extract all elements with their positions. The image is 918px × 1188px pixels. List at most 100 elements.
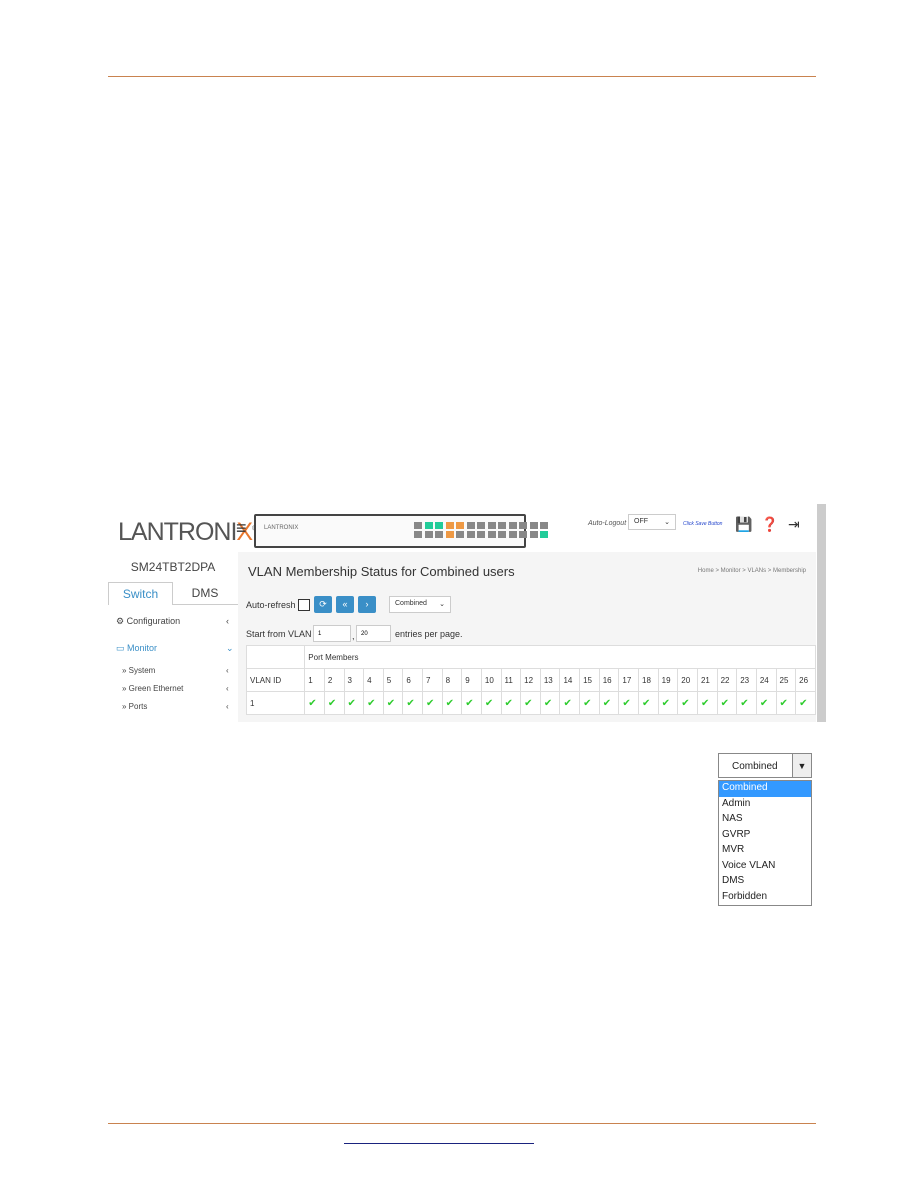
port-led[interactable] <box>424 531 433 538</box>
document-page: LANTRONIX® ≡ LANTRONIX Auto-Logout OFF⌄ … <box>0 0 918 1188</box>
footer-rule <box>108 1123 816 1124</box>
check-icon: ✔ <box>755 691 777 715</box>
check-icon: ✔ <box>343 691 365 715</box>
port-led[interactable] <box>477 522 485 529</box>
sidebar-item-monitor[interactable]: ▭ Monitor ⌄ <box>116 643 234 654</box>
dropdown-options: Combined Admin NAS GVRP MVR Voice VLAN DMS Forb… <box>718 780 812 906</box>
port-led[interactable] <box>540 522 548 529</box>
user-dropdown[interactable]: Combined ▼ Combined Admin NAS GVRP MVR Voice V… <box>718 753 812 906</box>
main-content: VLAN Membership Status for Combined user… <box>238 552 816 722</box>
tab-dms[interactable]: DMS <box>172 582 238 605</box>
page-title: VLAN Membership Status for Combined user… <box>248 564 515 579</box>
check-icon: ✔ <box>402 691 424 715</box>
logout-icon[interactable]: ⇥ <box>788 516 800 533</box>
port-led[interactable] <box>498 522 506 529</box>
screenshot: LANTRONIX® ≡ LANTRONIX Auto-Logout OFF⌄ … <box>108 504 826 722</box>
port-members-header: Port Members <box>304 645 816 669</box>
check-icon: ✔ <box>677 691 698 715</box>
port-header: 26 <box>795 668 816 692</box>
scrollbar[interactable] <box>817 504 826 722</box>
port-led[interactable] <box>466 522 475 529</box>
port-led[interactable] <box>487 522 496 529</box>
check-icon: ✔ <box>441 691 463 715</box>
port-led[interactable] <box>445 522 454 529</box>
port-led[interactable] <box>529 522 538 529</box>
port-header: 4 <box>363 668 384 692</box>
port-led[interactable] <box>508 531 517 538</box>
dropdown-option[interactable]: Combined <box>719 781 811 797</box>
sidebar-item-configuration[interactable]: ⚙ Configuration ‹ <box>116 616 229 627</box>
port-header: 21 <box>696 668 718 692</box>
sidebar: SM24TBT2DPA Switch DMS ⚙ Configuration ‹ … <box>108 552 238 722</box>
port-header: 19 <box>657 668 679 692</box>
port-header: 20 <box>677 668 698 692</box>
port-led[interactable] <box>466 531 475 538</box>
port-led[interactable] <box>498 531 506 538</box>
sidebar-item-system[interactable]: » System ‹ <box>122 666 229 675</box>
device-name: SM24TBT2DPA <box>130 560 216 574</box>
check-icon: ✔ <box>520 691 541 715</box>
next-page-button[interactable]: › <box>358 596 376 613</box>
check-icon: ✔ <box>480 691 502 715</box>
port-led[interactable] <box>519 531 527 538</box>
port-led[interactable] <box>477 531 485 538</box>
breadcrumb[interactable]: Home > Monitor > VLANs > Membership <box>698 568 806 574</box>
dropdown-option[interactable]: Forbidden <box>719 890 811 906</box>
port-led[interactable] <box>435 522 443 529</box>
port-led[interactable] <box>424 522 433 529</box>
port-header: 3 <box>343 668 365 692</box>
first-page-button[interactable]: « <box>336 596 354 613</box>
port-led[interactable] <box>540 531 548 538</box>
dropdown-option[interactable]: NAS <box>719 812 811 828</box>
help-icon[interactable]: ❓ <box>761 516 778 533</box>
port-header: 9 <box>461 668 482 692</box>
tab-switch[interactable]: Switch <box>108 582 173 605</box>
vlan-id-cell: 1 <box>245 691 306 715</box>
panel-logo: LANTRONIX <box>264 525 299 531</box>
port-led[interactable] <box>456 531 464 538</box>
menu-icon[interactable]: ≡ <box>236 518 247 539</box>
refresh-button[interactable]: ⟳ <box>314 596 332 613</box>
port-header: 8 <box>441 668 463 692</box>
check-icon: ✔ <box>716 691 738 715</box>
port-header: 6 <box>402 668 424 692</box>
check-icon: ✔ <box>304 691 325 715</box>
dropdown-option[interactable]: Admin <box>719 797 811 813</box>
check-icon: ✔ <box>579 691 600 715</box>
sidebar-item-green-ethernet[interactable]: » Green Ethernet ‹ <box>122 684 229 693</box>
footer-link-underline[interactable] <box>344 1143 534 1144</box>
switch-panel[interactable]: LANTRONIX <box>254 514 548 548</box>
dropdown-option[interactable]: GVRP <box>719 828 811 844</box>
port-led[interactable] <box>456 522 464 529</box>
port-led[interactable] <box>414 522 422 529</box>
port-header: 1 <box>304 668 325 692</box>
check-icon: ✔ <box>422 691 443 715</box>
user-select[interactable]: Combined ⌄ <box>389 596 451 613</box>
entries-input[interactable]: 20 <box>356 625 391 642</box>
port-led[interactable] <box>445 531 454 538</box>
dropdown-option[interactable]: DMS <box>719 874 811 890</box>
port-led[interactable] <box>435 531 443 538</box>
port-header: 2 <box>323 668 345 692</box>
auto-refresh-checkbox[interactable] <box>298 599 310 611</box>
auto-logout-select[interactable]: OFF ⌄ <box>628 514 676 530</box>
port-led[interactable] <box>508 522 517 529</box>
vlan-id-header: VLAN ID <box>245 668 306 692</box>
table-row: 1 ✔ ✔ ✔ ✔ ✔ ✔ ✔ ✔ ✔ ✔ ✔ ✔ ✔ ✔ ✔ ✔ ✔ ✔ ✔ ✔ ✔ ✔ ✔ ✔ ✔ ✔ <box>245 691 816 715</box>
start-vlan-input[interactable]: 1 <box>313 625 351 642</box>
port-led[interactable] <box>487 531 496 538</box>
port-header: 17 <box>618 668 640 692</box>
port-header: 7 <box>422 668 443 692</box>
chevron-down-icon[interactable]: ▼ <box>792 754 811 777</box>
port-header: 15 <box>579 668 600 692</box>
sidebar-item-ports[interactable]: » Ports ‹ <box>122 702 229 711</box>
save-icon[interactable]: 💾 <box>735 516 752 533</box>
port-led[interactable] <box>414 531 422 538</box>
port-header: 22 <box>716 668 738 692</box>
dropdown-option[interactable]: Voice VLAN <box>719 859 811 875</box>
port-led[interactable] <box>529 531 538 538</box>
dropdown-option[interactable]: MVR <box>719 843 811 859</box>
port-header: 10 <box>480 668 502 692</box>
port-led[interactable] <box>519 522 527 529</box>
dropdown-header[interactable]: Combined ▼ <box>718 753 812 778</box>
